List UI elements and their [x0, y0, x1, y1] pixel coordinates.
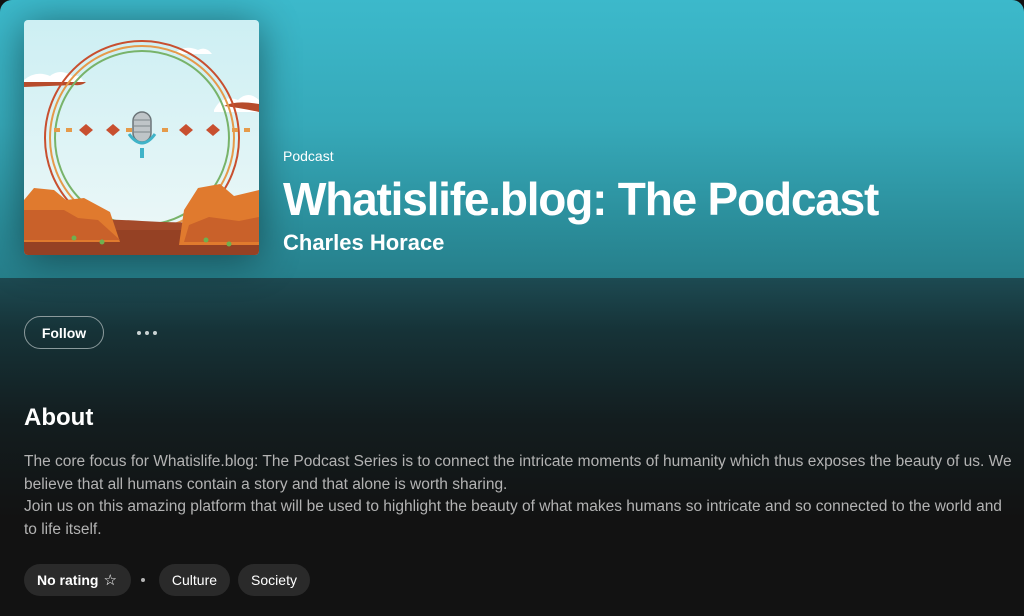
dot [145, 330, 149, 335]
cover-illustration [24, 20, 259, 255]
podcast-header: Podcast Whatislife.blog: The Podcast Cha… [0, 0, 1024, 278]
follow-button[interactable]: Follow [24, 316, 104, 349]
about-description: The core focus for Whatislife.blog: The … [24, 451, 1014, 541]
about-line: Join us on this amazing platform that wi… [24, 498, 1002, 538]
tag-chip-culture[interactable]: Culture [158, 564, 231, 596]
podcast-page: Podcast Whatislife.blog: The Podcast Cha… [0, 0, 1024, 616]
separator-dot [140, 578, 145, 582]
dot [137, 330, 141, 335]
more-options-icon[interactable] [132, 318, 162, 348]
podcast-author-link[interactable]: Charles Horace [283, 229, 878, 257]
rating-label: No rating [37, 572, 99, 588]
tag-chip-society[interactable]: Society [238, 564, 310, 596]
about-line: The core focus for Whatislife.blog: The … [24, 453, 1012, 493]
about-heading: About [24, 404, 94, 431]
dot [153, 330, 157, 335]
content-type-label: Podcast [283, 148, 334, 164]
podcast-cover-art[interactable] [24, 20, 259, 255]
rating-button[interactable]: No rating ☆ [24, 564, 131, 596]
star-outline-icon: ☆ [103, 572, 117, 589]
podcast-header-text: Podcast Whatislife.blog: The Podcast Cha… [283, 147, 879, 257]
podcast-title: Whatislife.blog: The Podcast [283, 173, 879, 225]
tag-row: No rating ☆ Culture Society [24, 564, 318, 596]
action-bar: Follow [24, 316, 162, 349]
